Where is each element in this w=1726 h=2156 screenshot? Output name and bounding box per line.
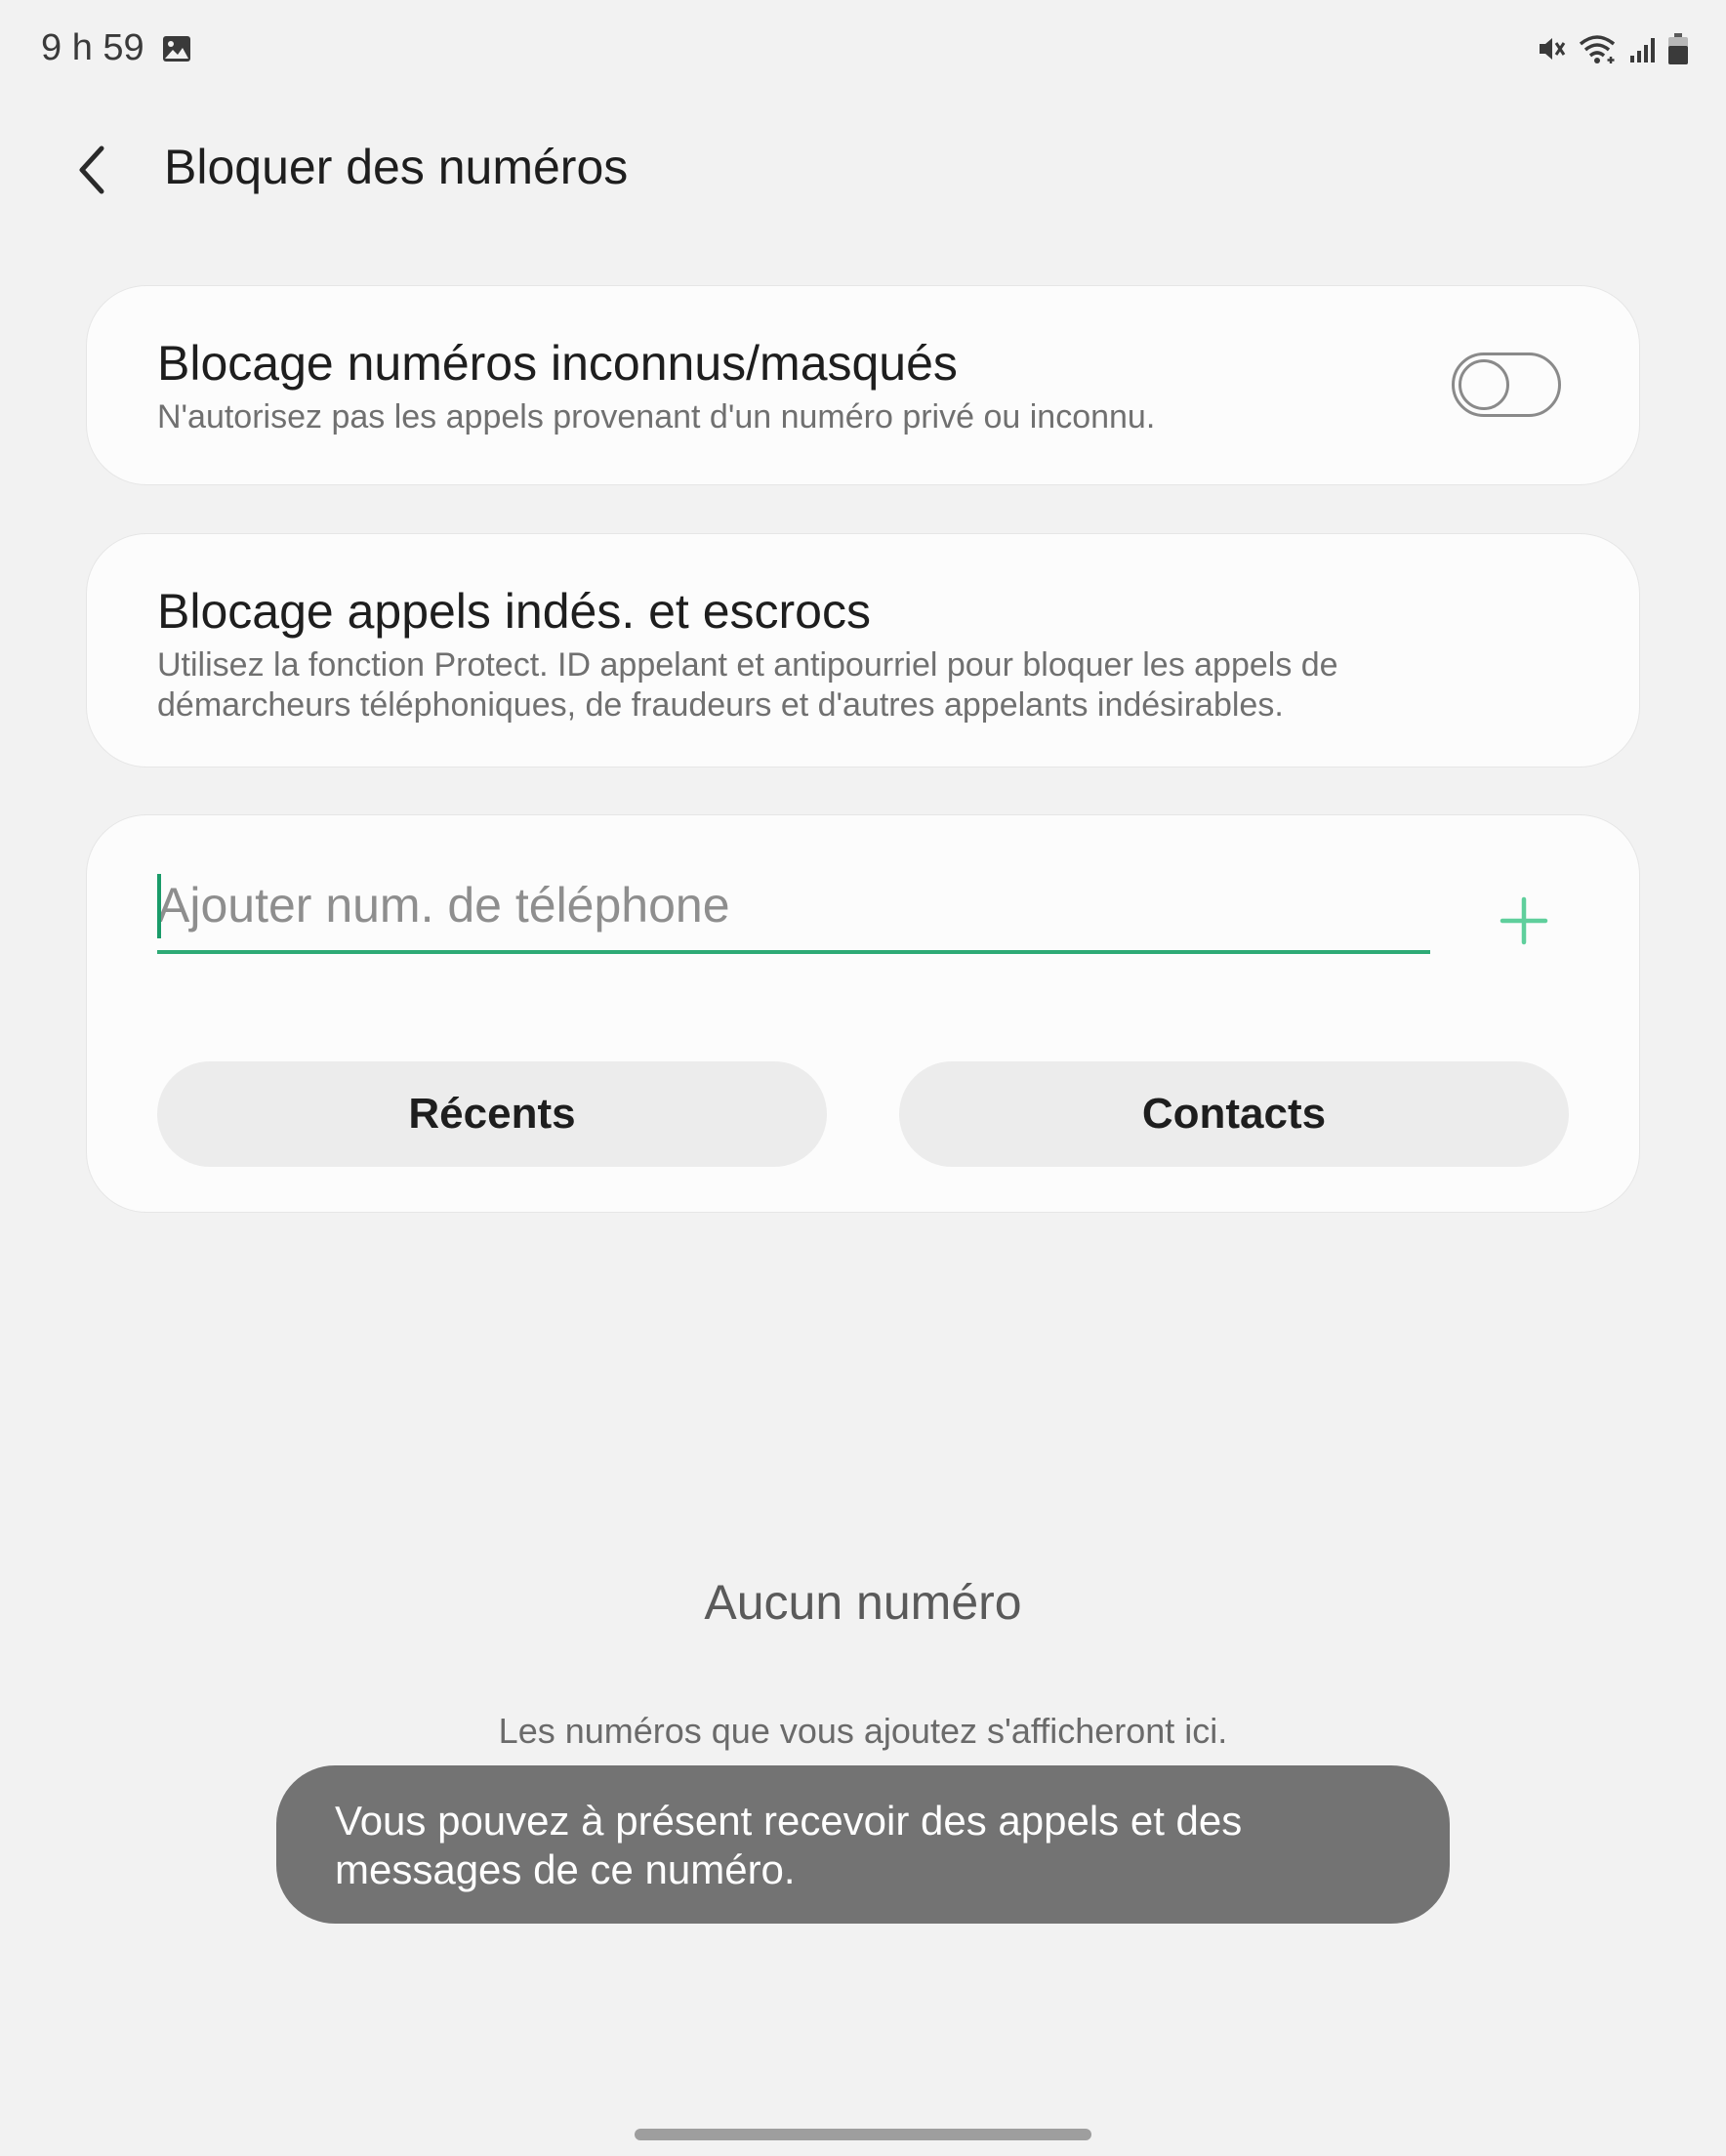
add-number-card: Récents Contacts [86, 814, 1640, 1213]
status-icons [1537, 29, 1689, 68]
empty-state-description: Les numéros que vous ajoutez s'affichero… [498, 1711, 1228, 1751]
navigation-handle[interactable] [635, 2129, 1091, 2140]
spam-scam-title: Blocage appels indés. et escrocs [157, 584, 871, 639]
page-title: Bloquer des numéros [164, 140, 629, 194]
plus-icon[interactable] [1497, 893, 1551, 948]
spam-scam-description: Utilisez la fonction Protect. ID appelan… [157, 646, 1338, 724]
empty-state-title: Aucun numéro [704, 1575, 1022, 1630]
status-time: 9 h 59 [41, 27, 144, 68]
phone-number-input[interactable] [157, 862, 1430, 948]
wifi-icon [1578, 33, 1619, 64]
unknown-numbers-description: N'autorisez pas les appels provenant d'u… [157, 398, 1156, 435]
unknown-numbers-setting[interactable]: Blocage numéros inconnus/masqués N'autor… [86, 285, 1640, 485]
unknown-numbers-toggle[interactable] [1452, 352, 1561, 417]
recents-button[interactable]: Récents [157, 1061, 827, 1167]
toast-message: Vous pouvez à présent recevoir des appel… [276, 1765, 1450, 1924]
unknown-numbers-title: Blocage numéros inconnus/masqués [157, 336, 958, 391]
toggle-knob [1459, 359, 1509, 410]
signal-icon [1628, 34, 1658, 63]
contacts-button[interactable]: Contacts [899, 1061, 1569, 1167]
text-cursor [157, 874, 161, 938]
phone-input-container [157, 862, 1430, 954]
battery-icon [1667, 32, 1689, 65]
chevron-left-icon[interactable] [68, 141, 117, 199]
mute-icon [1537, 33, 1568, 64]
gallery-icon [162, 35, 191, 62]
spam-scam-setting[interactable]: Blocage appels indés. et escrocs Utilise… [86, 533, 1640, 767]
